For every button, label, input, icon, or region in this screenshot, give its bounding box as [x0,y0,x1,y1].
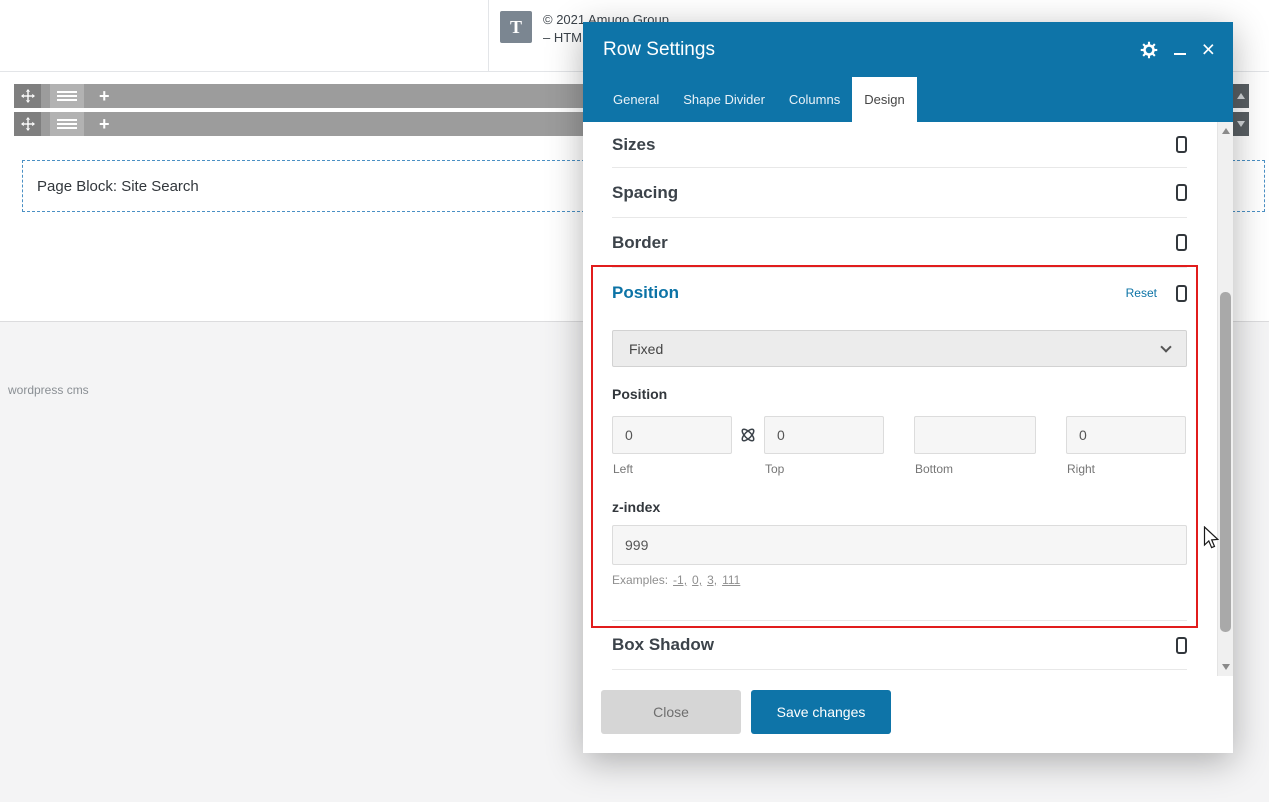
modal-tab-bar: General Shape Divider Columns Design [583,77,1233,122]
device-phone-icon[interactable] [1176,234,1187,251]
device-phone-icon[interactable] [1176,636,1187,654]
section-title: Spacing [612,182,679,202]
field-label-top: Top [765,462,785,476]
accordion-border[interactable]: Border [612,218,1187,268]
move-icon [20,89,35,103]
field-label-right: Right [1067,462,1096,476]
tab-general[interactable]: General [601,77,671,122]
zindex-label: z-index [612,499,661,515]
minimize-icon[interactable] [1173,44,1186,55]
device-phone-icon[interactable] [1176,184,1187,201]
tab-columns[interactable]: Columns [777,77,852,122]
chevron-down-icon [1237,121,1245,127]
move-row-handle[interactable] [14,112,41,136]
position-right-input[interactable] [1066,416,1186,454]
accordion-position[interactable]: Position Reset [612,268,1187,318]
section-title: Border [612,232,668,252]
accordion-spacing[interactable]: Spacing [612,168,1187,218]
scroll-down-icon[interactable] [1222,664,1230,670]
position-group-label: Position [612,386,668,402]
position-left-input[interactable] [612,416,732,454]
device-phone-icon[interactable] [1176,136,1187,153]
chevron-down-icon [1160,340,1172,353]
row-settings-modal: Row Settings × General Shape Divider Col… [583,22,1233,753]
page-block-label: Page Block: Site Search [37,177,199,195]
scrollbar-thumb[interactable] [1220,292,1231,632]
divider [488,0,489,72]
modal-body: Sizes Spacing Border Position Reset Fixe… [583,122,1233,676]
example-link[interactable]: 0, [692,573,702,587]
section-title: Sizes [612,134,656,154]
row-layout-icon[interactable] [50,112,84,136]
example-link[interactable]: 111 [722,573,740,587]
zindex-input[interactable] [612,525,1187,565]
modal-title: Row Settings [603,38,715,60]
position-bottom-input[interactable] [914,416,1036,454]
modal-scrollbar[interactable] [1217,122,1233,676]
section-title: Box Shadow [612,635,715,654]
chevron-up-icon [1237,93,1245,99]
modal-footer: Close Save changes [583,676,1233,753]
row-layout-icon[interactable] [50,84,84,108]
unlink-values-icon[interactable] [739,426,757,444]
example-link[interactable]: -1, [673,573,687,587]
tab-shape-divider[interactable]: Shape Divider [671,77,777,122]
field-label-bottom: Bottom [915,462,954,476]
add-element-button[interactable]: + [99,85,110,107]
position-type-value: Fixed [629,340,664,357]
close-icon[interactable]: × [1202,38,1215,61]
accordion-box-shadow[interactable]: Box Shadow [612,620,1187,670]
text-block-icon: T [500,11,532,43]
zindex-examples: Examples: -1, 0, 3, 111 [612,573,740,587]
watermark-text: wordpress cms [8,383,89,397]
example-link[interactable]: 3, [707,573,717,587]
move-row-up-button[interactable] [1233,84,1249,108]
gear-icon[interactable] [1140,41,1158,59]
section-title-position: Position [612,283,680,302]
close-button[interactable]: Close [601,690,741,734]
move-row-down-button[interactable] [1233,112,1249,136]
device-phone-icon[interactable] [1176,284,1187,302]
reset-link[interactable]: Reset [1126,286,1157,300]
examples-label: Examples: [612,573,669,587]
move-icon [20,117,35,131]
save-changes-button[interactable]: Save changes [751,690,891,734]
add-element-button[interactable]: + [99,113,110,135]
scroll-up-icon[interactable] [1222,128,1230,134]
modal-header: Row Settings × [583,22,1233,77]
copyright-text-line2: – HTM [543,30,582,45]
tab-design[interactable]: Design [852,77,917,122]
position-top-input[interactable] [764,416,884,454]
position-type-select[interactable]: Fixed [612,330,1187,367]
move-row-handle[interactable] [14,84,41,108]
accordion-sizes[interactable]: Sizes [612,122,1187,168]
field-label-left: Left [613,462,634,476]
